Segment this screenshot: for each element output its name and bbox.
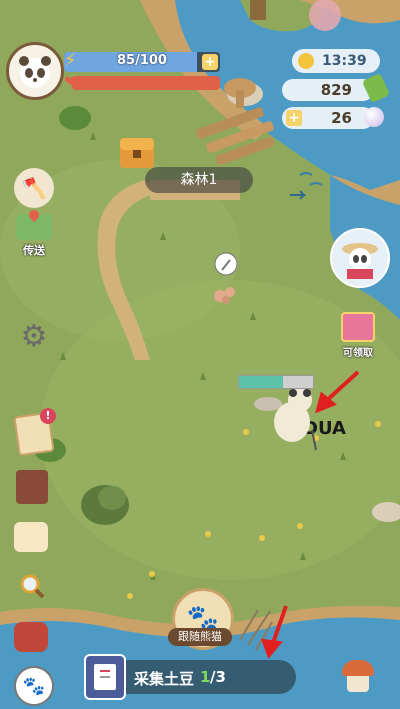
quest-progress-current: 1 [200,668,211,686]
weather-sun-icon [298,53,314,69]
paw-icon: 🐾 [22,675,46,697]
treasure-chest [120,138,154,168]
coin-count: 829 [320,81,352,99]
action-progress-fill [239,376,284,388]
action-progress-bar [238,375,314,389]
mushroom-house-button[interactable] [340,660,376,696]
recipe-book-button[interactable] [16,470,48,504]
hp-add-button[interactable]: + [202,54,218,70]
game-world[interactable]: DUA 85/100 ⚡ + ❤ 13:39 829 + 26 森林1 🪓 传送… [0,0,400,709]
farmer-panda-icon [342,243,378,279]
search-button[interactable] [12,566,52,606]
teleport-button[interactable]: 传送 [12,207,56,258]
teleport-label: 传送 [23,244,45,257]
tools-icon: 🪓 [21,176,47,200]
gift-button[interactable]: 可领取 [338,312,378,359]
pearl-icon [364,107,384,127]
clock-display: 13:39 [292,49,380,73]
quest-title: 采集土豆 [134,670,195,688]
follow-panda-label: 跟随熊猫 [168,628,232,646]
hp-value: 85/100 [117,53,167,68]
quest-progress-total: /3 [210,668,226,686]
coin-counter: 829 [282,79,374,101]
npc-farmer-portrait[interactable] [330,228,390,288]
map-pin-icon [16,207,52,240]
location-banner: 森林1 [145,167,253,193]
panda-face-icon [19,56,51,88]
gift-label: 可领取 [343,348,373,359]
tools-button[interactable]: 🪓 [14,168,54,208]
magnifier-icon [20,574,45,599]
quest-book-icon [84,654,126,700]
gear-icon: ⚙ [20,318,48,354]
backpack-button[interactable] [14,622,48,652]
pearl-count: 26 [331,109,352,127]
stamina-bar [72,76,220,90]
player-avatar[interactable] [6,42,64,100]
gift-icon [341,312,375,342]
hp-bar: 85/100 [64,52,220,72]
pearl-add-button[interactable]: + [286,110,302,126]
notification-badge: ! [40,408,56,424]
lightning-icon: ⚡ [64,50,77,71]
paw-menu-button[interactable]: 🐾 [14,666,54,706]
wardrobe-button[interactable] [14,522,48,552]
settings-button[interactable]: ⚙ [14,316,54,356]
heart-icon: ❤ [64,72,78,91]
clock-time: 13:39 [322,53,367,69]
pearl-counter: + 26 [282,107,374,129]
